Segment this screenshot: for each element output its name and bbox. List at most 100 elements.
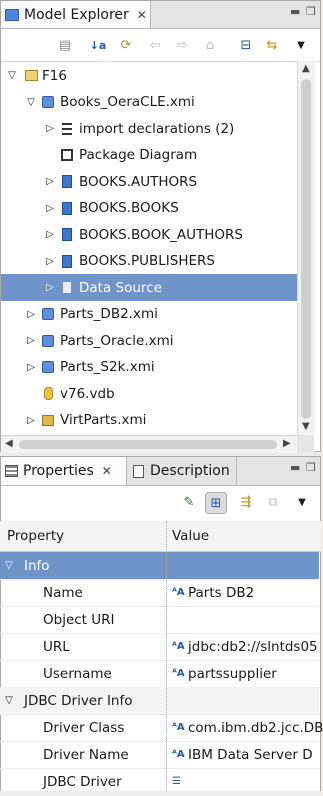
tree-item[interactable]: ▷ import declarations (2) bbox=[1, 115, 297, 142]
view-menu-icon[interactable]: ▼ bbox=[294, 494, 310, 510]
tree-item[interactable]: ▷ BOOKS.BOOKS bbox=[1, 195, 297, 222]
expanded-twisty-icon[interactable]: ▽ bbox=[7, 70, 17, 81]
close-icon[interactable]: ✕ bbox=[102, 464, 112, 478]
model-explorer-view: Model Explorer ✕ ▬ ❐ ▤ ↓a ⟳ ⇦ ⇨ ⌂ ⊟ ⇆ ▼ … bbox=[0, 0, 321, 453]
property-row[interactable]: JDBC Driver ☰ bbox=[0, 768, 319, 796]
tree-item-label: Books_OeraCLE.xmi bbox=[60, 94, 195, 110]
model-icon bbox=[40, 333, 56, 349]
model-icon bbox=[40, 94, 56, 110]
tree-item[interactable]: ▷ Parts_DB2.xmi bbox=[1, 301, 297, 328]
project-icon bbox=[23, 68, 39, 84]
expanded-twisty-icon[interactable]: ▽ bbox=[4, 695, 14, 706]
sort-az-icon[interactable]: ↓a bbox=[90, 37, 107, 53]
expanded-twisty-icon[interactable]: ▽ bbox=[4, 560, 14, 571]
property-row[interactable]: URL ᴬA jdbc:db2://slntds05 bbox=[0, 633, 319, 661]
tree-item-label: BOOKS.BOOK_AUTHORS bbox=[79, 226, 243, 243]
sync-icon[interactable]: ⟳ bbox=[118, 37, 134, 53]
scroll-right-icon[interactable]: ▶ bbox=[283, 438, 291, 449]
link-with-editor-icon[interactable]: ⇆ bbox=[264, 37, 280, 53]
collapsed-twisty-icon[interactable]: ▷ bbox=[45, 123, 55, 134]
column-header-property[interactable]: Property bbox=[7, 528, 64, 544]
minimize-icon[interactable]: ▬ bbox=[290, 5, 300, 18]
property-name: Object URI bbox=[43, 611, 115, 628]
back-icon[interactable]: ⇦ bbox=[147, 37, 163, 53]
pin-icon[interactable]: ✎ bbox=[181, 494, 197, 510]
tree-item[interactable]: ▷ Parts_Oracle.xmi bbox=[1, 327, 297, 354]
model-tree: ▽ F16 ▽ Books_OeraCLE.xmi ▷ import declaratio… bbox=[1, 61, 297, 435]
expanded-twisty-icon[interactable]: ▽ bbox=[26, 97, 36, 108]
property-value[interactable]: Parts DB2 bbox=[188, 585, 254, 601]
collapsed-twisty-icon[interactable]: ▷ bbox=[45, 229, 55, 240]
scroll-left-icon[interactable]: ◀ bbox=[5, 438, 13, 449]
scroll-down-icon[interactable]: ▼ bbox=[302, 421, 310, 432]
tree-item-label: BOOKS.AUTHORS bbox=[79, 173, 198, 190]
scroll-up-icon[interactable]: ▲ bbox=[302, 63, 310, 74]
vdb-icon bbox=[40, 386, 56, 402]
tree-item[interactable]: ▷ VirtParts.xmi bbox=[1, 407, 297, 434]
forward-icon[interactable]: ⇨ bbox=[174, 37, 190, 53]
tab-description[interactable]: Description bbox=[127, 457, 237, 485]
property-value[interactable]: jdbc:db2://slntds05 bbox=[188, 639, 318, 655]
list-value-icon: ☰ bbox=[172, 776, 181, 787]
filter-advanced-icon[interactable]: ⇶ bbox=[238, 494, 254, 510]
property-value[interactable]: IBM Data Server D bbox=[188, 747, 313, 763]
collapsed-twisty-icon[interactable]: ▷ bbox=[45, 256, 55, 267]
vertical-scrollbar[interactable]: ▲ ▼ bbox=[297, 61, 315, 435]
table-icon bbox=[59, 174, 75, 190]
property-category-row[interactable]: ▽ Info bbox=[0, 552, 319, 580]
close-icon[interactable]: ✕ bbox=[137, 8, 147, 22]
tree-item[interactable]: ▷ BOOKS.BOOK_AUTHORS bbox=[1, 221, 297, 248]
property-value[interactable]: com.ibm.db2.jcc.DB bbox=[188, 720, 323, 736]
tree-item[interactable]: v76.vdb bbox=[1, 380, 297, 407]
property-row[interactable]: Name ᴬA Parts DB2 bbox=[0, 579, 319, 607]
property-value[interactable]: partssupplier bbox=[188, 666, 277, 682]
horizontal-scroll-thumb[interactable] bbox=[19, 440, 277, 449]
collapsed-twisty-icon[interactable]: ▷ bbox=[45, 282, 55, 293]
tree-item[interactable]: ▷ BOOKS.PUBLISHERS bbox=[1, 248, 297, 275]
tree-item-label: Parts_Oracle.xmi bbox=[60, 332, 174, 349]
tree-item[interactable]: ▷ Parts_S2k.xmi bbox=[1, 354, 297, 381]
tab-properties[interactable]: Properties ✕ bbox=[1, 457, 127, 485]
minimize-icon[interactable]: ▬ bbox=[290, 461, 300, 474]
properties-table-header: Property Value bbox=[0, 521, 321, 552]
horizontal-scrollbar[interactable]: ◀ ▶ bbox=[1, 435, 297, 453]
collapsed-twisty-icon[interactable]: ▷ bbox=[26, 335, 36, 346]
table-icon bbox=[59, 227, 75, 243]
property-row[interactable]: Driver Name ᴬA IBM Data Server D bbox=[0, 741, 319, 769]
properties-table: Property Value ▽ Info Name ᴬA Parts DB2 Objec… bbox=[0, 521, 323, 796]
property-category-row[interactable]: ▽ JDBC Driver Info bbox=[0, 687, 319, 715]
vertical-scroll-thumb[interactable] bbox=[301, 79, 311, 419]
collapse-all-icon[interactable]: ⊟ bbox=[238, 37, 254, 53]
column-header-value[interactable]: Value bbox=[172, 528, 209, 544]
home-icon[interactable]: ⌂ bbox=[202, 37, 218, 53]
maximize-icon[interactable]: ❐ bbox=[306, 5, 316, 18]
string-value-icon: ᴬA bbox=[172, 668, 185, 679]
view-menu-icon[interactable]: ▼ bbox=[293, 37, 309, 53]
column-separator[interactable] bbox=[166, 521, 167, 791]
new-model-icon[interactable]: ▤ bbox=[57, 37, 73, 53]
properties-tabbar: Properties ✕ Description ▬ ❐ bbox=[1, 457, 320, 486]
property-name: JDBC Driver bbox=[43, 773, 122, 790]
restore-default-icon[interactable]: ⧉ bbox=[265, 494, 281, 510]
property-row[interactable]: Username ᴬA partssupplier bbox=[0, 660, 319, 688]
collapsed-twisty-icon[interactable]: ▷ bbox=[45, 176, 55, 187]
property-name: JDBC Driver Info bbox=[24, 692, 133, 709]
maximize-icon[interactable]: ❐ bbox=[306, 461, 316, 474]
collapsed-twisty-icon[interactable]: ▷ bbox=[26, 309, 36, 320]
categories-icon[interactable]: ⊞ bbox=[205, 492, 227, 514]
property-row[interactable]: Object URI bbox=[0, 606, 319, 634]
properties-toolbar: ✎ ⊞ ⇶ ⧉ ▼ bbox=[1, 486, 320, 523]
tree-item[interactable]: ▽ Books_OeraCLE.xmi bbox=[1, 89, 297, 116]
model-icon bbox=[40, 306, 56, 322]
tree-item[interactable]: ▷ Data Source bbox=[1, 274, 297, 301]
property-row[interactable]: Driver Class ᴬA com.ibm.db2.jcc.DB bbox=[0, 714, 323, 742]
collapsed-twisty-icon[interactable]: ▷ bbox=[26, 362, 36, 373]
tab-model-explorer[interactable]: Model Explorer ✕ bbox=[1, 1, 151, 28]
tree-item[interactable]: Package Diagram bbox=[1, 142, 297, 169]
import-icon bbox=[59, 121, 75, 137]
collapsed-twisty-icon[interactable]: ▷ bbox=[26, 415, 36, 426]
collapsed-twisty-icon[interactable]: ▷ bbox=[45, 203, 55, 214]
tree-item[interactable]: ▷ BOOKS.AUTHORS bbox=[1, 168, 297, 195]
tree-item[interactable]: ▽ F16 bbox=[1, 62, 297, 89]
tree-item-label: Package Diagram bbox=[79, 147, 198, 163]
